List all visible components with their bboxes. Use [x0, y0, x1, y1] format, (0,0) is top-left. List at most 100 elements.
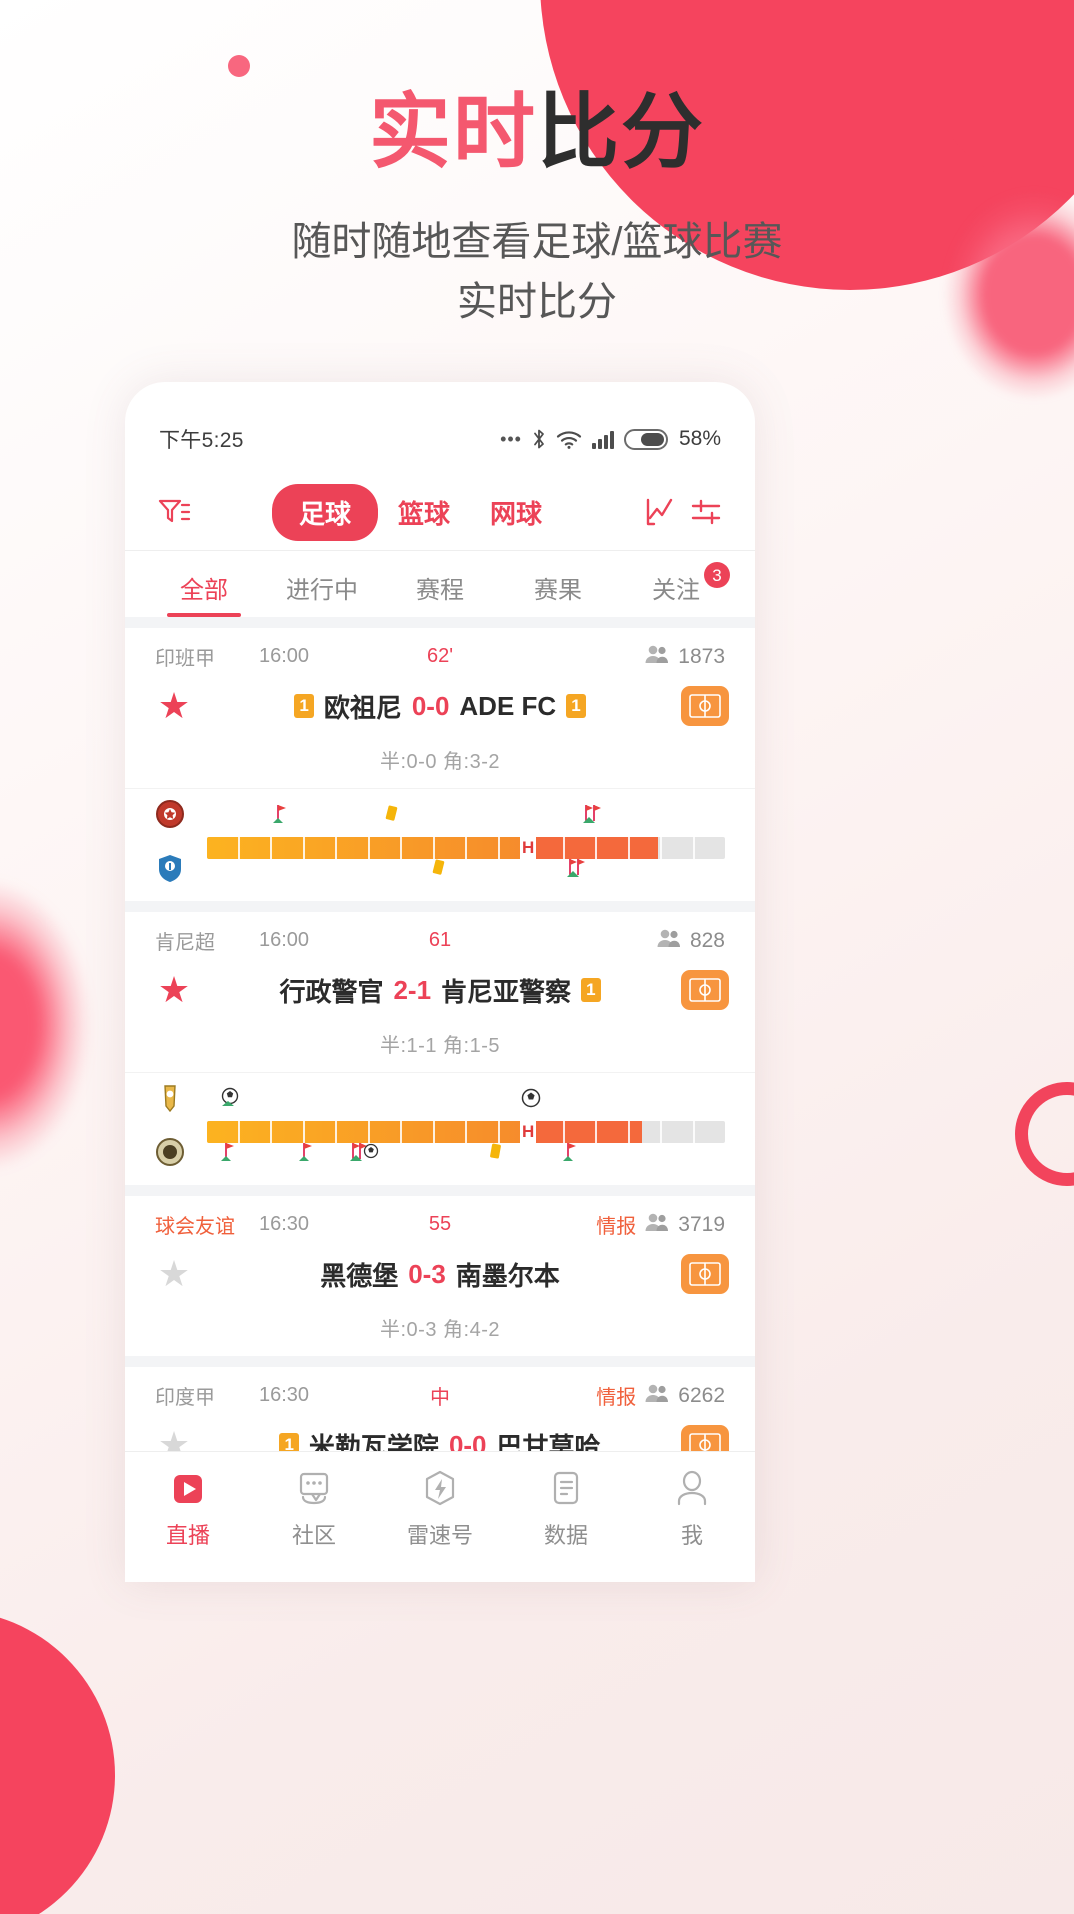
home-rank-badge: 1 [294, 694, 314, 718]
viewer-count: 828 [689, 928, 725, 952]
match-meta: 印度甲 16:30 中 情报 6262 [125, 1367, 755, 1410]
home-team-name: 行政警官 [279, 976, 384, 1007]
favorite-star-icon[interactable]: ★ [151, 688, 197, 724]
community-chat-icon [251, 1464, 377, 1516]
timeline-ticks [207, 837, 725, 859]
corner-flag-double-icon [564, 855, 590, 881]
tab-schedule[interactable]: 赛程 [381, 570, 499, 617]
match-row[interactable]: 印班甲 16:00 62' 1873 ★ 1 欧祖尼 0-0 ADE FC 1 [125, 628, 755, 901]
match-timeline: H [125, 788, 755, 901]
nav-item-leisu[interactable]: 雷速号 [377, 1464, 503, 1550]
tab-inprogress[interactable]: 进行中 [263, 570, 381, 617]
match-row[interactable]: 球会友谊 16:30 55 情报 3719 ★ 黑德堡 0-3 南墨尔本 半:0… [125, 1196, 755, 1356]
cellular-signal-icon [591, 429, 615, 449]
match-time: 16:00 [259, 929, 310, 951]
tab-results[interactable]: 赛果 [499, 570, 617, 617]
corner-flag-icon [217, 1139, 243, 1165]
status-bar: 下午5:25 ••• 58% [125, 382, 755, 470]
data-doc-icon [503, 1464, 629, 1516]
lightning-hex-icon [377, 1464, 503, 1516]
favorite-star-icon[interactable]: ★ [151, 1256, 197, 1292]
sport-tab-tennis[interactable]: 网球 [470, 494, 562, 531]
half-corner-stats: 半:1-1 角:1-5 [380, 1035, 500, 1057]
away-team-name: 南墨尔本 [455, 1260, 560, 1291]
away-team-name: 肯尼亚警察 [441, 976, 572, 1007]
corner-flag-double-icon [580, 801, 606, 827]
corner-flag-icon [295, 1139, 321, 1165]
status-time: 下午5:25 [159, 429, 244, 452]
sport-tab-basketball[interactable]: 篮球 [378, 494, 470, 531]
page-title: 实时比分 [0, 0, 1074, 174]
phone-mockup: 下午5:25 ••• 58% 足球 篮球 网球 全部 进行中 赛程 赛果 关注 … [125, 382, 755, 1582]
tab-all-label: 全部 [180, 577, 228, 604]
list-divider [125, 617, 755, 628]
tab-following-label: 关注 [652, 577, 700, 604]
hero-subtitle-line2: 实时比分 [457, 280, 617, 324]
wifi-icon [556, 429, 582, 449]
match-intel-label[interactable]: 情报 [596, 1381, 636, 1410]
nav-item-live[interactable]: 直播 [125, 1464, 251, 1550]
nav-item-community[interactable]: 社区 [251, 1464, 377, 1550]
profile-person-icon [629, 1464, 755, 1516]
sport-tab-football[interactable]: 足球 [271, 483, 378, 541]
goal-ball-icon [518, 1085, 544, 1111]
nav-item-profile[interactable]: 我 [629, 1464, 755, 1550]
pitch-animation-icon[interactable] [681, 1254, 729, 1294]
hero-subtitle: 随时随地查看足球/篮球比赛 实时比分 [0, 174, 1074, 332]
page-title-red: 实时 [368, 87, 537, 178]
tab-results-label: 赛果 [534, 577, 582, 604]
match-meta: 肯尼超 16:00 61 828 [125, 912, 755, 955]
halftime-marker: H [520, 1121, 537, 1143]
match-timeline: H [125, 1072, 755, 1185]
home-team-name: 欧祖尼 [323, 692, 402, 723]
match-time: 16:30 [259, 1213, 310, 1235]
match-teams: 行政警官 2-1 肯尼亚警察 1 [125, 972, 755, 1009]
match-league: 印班甲 [155, 648, 215, 670]
favorite-star-icon[interactable]: ★ [151, 972, 197, 1008]
battery-icon [623, 428, 668, 450]
corner-flag-icon [559, 1139, 585, 1165]
match-main: ★ 黑德堡 0-3 南墨尔本 [125, 1239, 755, 1303]
viewers-icon [644, 643, 670, 671]
hero-section: 实时比分 随时随地查看足球/篮球比赛 实时比分 [0, 0, 1074, 332]
nav-item-live-label: 直播 [165, 1523, 210, 1548]
sport-tab-bar: 足球 篮球 网球 [125, 470, 755, 550]
sub-tab-bar: 全部 进行中 赛程 赛果 关注 3 [125, 550, 755, 617]
nav-item-leisu-label: 雷速号 [406, 1523, 473, 1548]
nav-item-data-label: 数据 [543, 1523, 588, 1548]
page-title-dark: 比分 [537, 87, 706, 178]
pitch-animation-icon[interactable] [681, 970, 729, 1010]
away-team-name: ADE FC [459, 690, 557, 721]
live-play-icon [125, 1464, 251, 1516]
corner-flag-goal-icon [347, 1139, 381, 1165]
match-row[interactable]: 肯尼超 16:00 61 828 ★ 行政警官 2-1 肯尼亚警察 1 半:1-… [125, 912, 755, 1185]
line-chart-icon[interactable] [637, 489, 683, 535]
match-intel-label[interactable]: 情报 [596, 1210, 636, 1239]
filter-icon[interactable] [151, 489, 197, 535]
match-score: 2-1 [393, 974, 432, 1005]
status-more-icon: ••• [500, 429, 522, 449]
bluetooth-icon [531, 428, 547, 450]
away-team-crest-icon [155, 1137, 185, 1167]
viewers-icon [644, 1211, 670, 1239]
match-time: 16:30 [259, 1384, 310, 1406]
yellow-card-icon [425, 855, 451, 881]
tab-following[interactable]: 关注 3 [617, 562, 735, 617]
nav-item-community-label: 社区 [291, 1523, 336, 1548]
nav-item-data[interactable]: 数据 [503, 1464, 629, 1550]
away-team-shield-icon [155, 853, 185, 883]
match-list: 印班甲 16:00 62' 1873 ★ 1 欧祖尼 0-0 ADE FC 1 [125, 617, 755, 1582]
match-league: 肯尼超 [155, 932, 215, 954]
list-divider [125, 901, 755, 912]
match-time: 16:00 [259, 645, 310, 667]
sliders-icon[interactable] [683, 489, 729, 535]
goal-ball-icon [217, 1085, 243, 1111]
match-teams: 1 欧祖尼 0-0 ADE FC 1 [125, 688, 755, 725]
away-rank-badge: 1 [581, 978, 601, 1002]
list-divider [125, 1185, 755, 1196]
tab-following-badge: 3 [704, 562, 730, 588]
pitch-animation-icon[interactable] [681, 686, 729, 726]
yellow-card-icon [482, 1139, 508, 1165]
tab-all[interactable]: 全部 [145, 570, 263, 617]
hero-subtitle-line1: 随时随地查看足球/篮球比赛 [291, 220, 783, 264]
